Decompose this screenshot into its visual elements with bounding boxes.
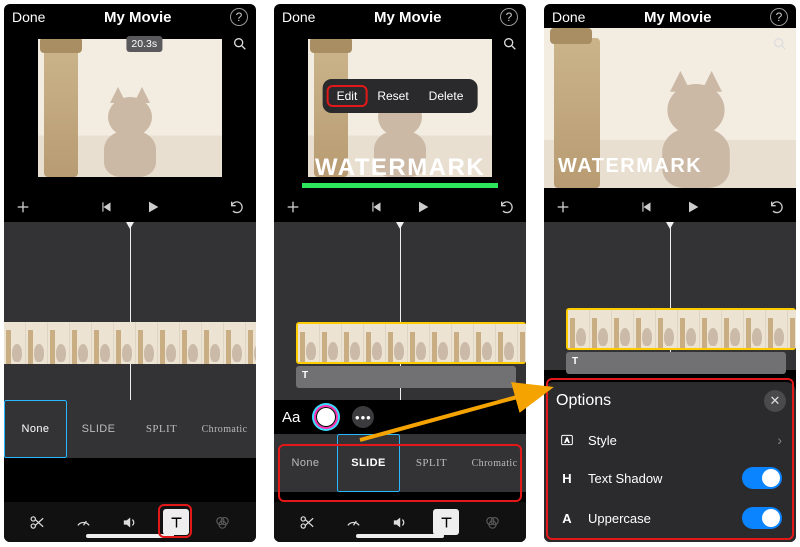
option-style[interactable]: AStyle › — [556, 422, 784, 458]
done-button[interactable]: Done — [282, 9, 315, 25]
home-indicator — [86, 534, 174, 538]
skip-start-icon[interactable] — [98, 198, 116, 216]
editor-topbar: Done My Movie ? — [274, 4, 526, 28]
style-icon: A — [558, 431, 576, 449]
play-icon[interactable] — [414, 198, 432, 216]
play-icon[interactable] — [684, 198, 702, 216]
done-button[interactable]: Done — [552, 9, 585, 25]
menu-edit[interactable]: Edit — [327, 85, 368, 107]
style-none[interactable]: None — [274, 434, 337, 492]
scissors-icon[interactable] — [24, 509, 50, 535]
style-split[interactable]: SPLIT — [130, 400, 193, 458]
toggle-shadow[interactable] — [742, 467, 782, 489]
transport-bar — [4, 192, 256, 222]
style-split[interactable]: SPLIT — [400, 434, 463, 492]
undo-icon[interactable] — [768, 198, 786, 216]
watermark-text[interactable]: WATERMARK — [558, 155, 702, 178]
home-indicator — [356, 534, 444, 538]
help-icon[interactable]: ? — [500, 8, 518, 26]
text-tool-icon[interactable] — [433, 509, 459, 535]
phone-screen-2: Done My Movie ? Edit Reset Delete WATERM… — [274, 4, 526, 542]
style-slide[interactable]: SLIDE — [337, 434, 400, 492]
transport-bar — [544, 192, 796, 222]
zoom-icon[interactable] — [770, 34, 790, 54]
clip-duration-badge: 20.3s — [126, 36, 162, 52]
timeline[interactable] — [4, 222, 256, 400]
project-title: My Movie — [374, 9, 442, 26]
style-none[interactable]: None — [4, 400, 67, 458]
close-icon[interactable]: ✕ — [764, 390, 786, 412]
svg-text:A: A — [565, 438, 570, 445]
project-title: My Movie — [644, 9, 712, 26]
option-uppercase[interactable]: AUppercase — [556, 498, 784, 538]
watermark-text[interactable]: WATERMARK — [315, 154, 485, 182]
video-preview[interactable]: WATERMARK — [544, 28, 796, 188]
color-picker-icon[interactable] — [316, 407, 336, 427]
speed-icon[interactable] — [71, 509, 97, 535]
editor-topbar: Done My Movie ? — [544, 4, 796, 28]
text-clip[interactable]: T — [566, 352, 786, 374]
phone-screen-1: Done My Movie ? 20.3s — [4, 4, 256, 542]
text-clip[interactable]: T — [296, 366, 516, 388]
video-preview[interactable]: 20.3s — [4, 28, 256, 188]
timeline[interactable]: T — [544, 222, 796, 370]
toggle-uppercase[interactable] — [742, 507, 782, 529]
tutorial-three-screens: Done My Movie ? 20.3s — [0, 0, 800, 547]
filter-icon[interactable] — [480, 509, 506, 535]
skip-start-icon[interactable] — [368, 198, 386, 216]
chevron-right-icon: › — [777, 432, 782, 448]
preview-frame — [38, 39, 222, 177]
zoom-icon[interactable] — [500, 34, 520, 54]
text-context-menu: Edit Reset Delete — [323, 79, 478, 113]
filmstrip[interactable] — [296, 322, 526, 364]
add-media-icon[interactable] — [554, 198, 572, 216]
menu-delete[interactable]: Delete — [419, 85, 474, 107]
skip-start-icon[interactable] — [638, 198, 656, 216]
uppercase-icon: A — [558, 509, 576, 527]
project-title: My Movie — [104, 9, 172, 26]
timeline[interactable]: T — [274, 222, 526, 400]
text-style-row: None SLIDE SPLIT Chromatic STANDARD — [4, 400, 256, 458]
filmstrip[interactable] — [4, 322, 256, 364]
volume-icon[interactable] — [387, 509, 413, 535]
help-icon[interactable]: ? — [770, 8, 788, 26]
undo-icon[interactable] — [228, 198, 246, 216]
undo-icon[interactable] — [498, 198, 516, 216]
text-tool-row: Aa ••• — [274, 400, 526, 434]
add-media-icon[interactable] — [14, 198, 32, 216]
add-media-icon[interactable] — [284, 198, 302, 216]
style-chromatic[interactable]: Chromatic — [193, 400, 256, 458]
video-preview[interactable]: Edit Reset Delete WATERMARK — [274, 28, 526, 188]
options-panel: Options ✕ AStyle › HText Shadow AUpperca… — [544, 382, 796, 542]
menu-reset[interactable]: Reset — [367, 85, 418, 107]
options-title: Options — [556, 392, 784, 410]
editor-topbar: Done My Movie ? — [4, 4, 256, 28]
style-chromatic[interactable]: Chromatic — [463, 434, 526, 492]
more-options-icon[interactable]: ••• — [352, 406, 374, 428]
filter-icon[interactable] — [210, 509, 236, 535]
playhead[interactable] — [130, 222, 131, 400]
help-icon[interactable]: ? — [230, 8, 248, 26]
option-shadow[interactable]: HText Shadow — [556, 458, 784, 498]
zoom-icon[interactable] — [230, 34, 250, 54]
scissors-icon[interactable] — [294, 509, 320, 535]
text-tool-icon[interactable] — [163, 509, 189, 535]
font-button[interactable]: Aa — [282, 409, 300, 426]
shadow-icon: H — [558, 469, 576, 487]
transport-bar — [274, 192, 526, 222]
text-style-row: None SLIDE SPLIT Chromatic STANDARD — [274, 434, 526, 492]
volume-icon[interactable] — [117, 509, 143, 535]
style-slide[interactable]: SLIDE — [67, 400, 130, 458]
text-selection-bar — [302, 183, 498, 188]
play-icon[interactable] — [144, 198, 162, 216]
filmstrip[interactable] — [566, 308, 796, 350]
phone-screen-3: Done My Movie ? WATERMARK — [544, 4, 796, 542]
done-button[interactable]: Done — [12, 9, 45, 25]
speed-icon[interactable] — [341, 509, 367, 535]
